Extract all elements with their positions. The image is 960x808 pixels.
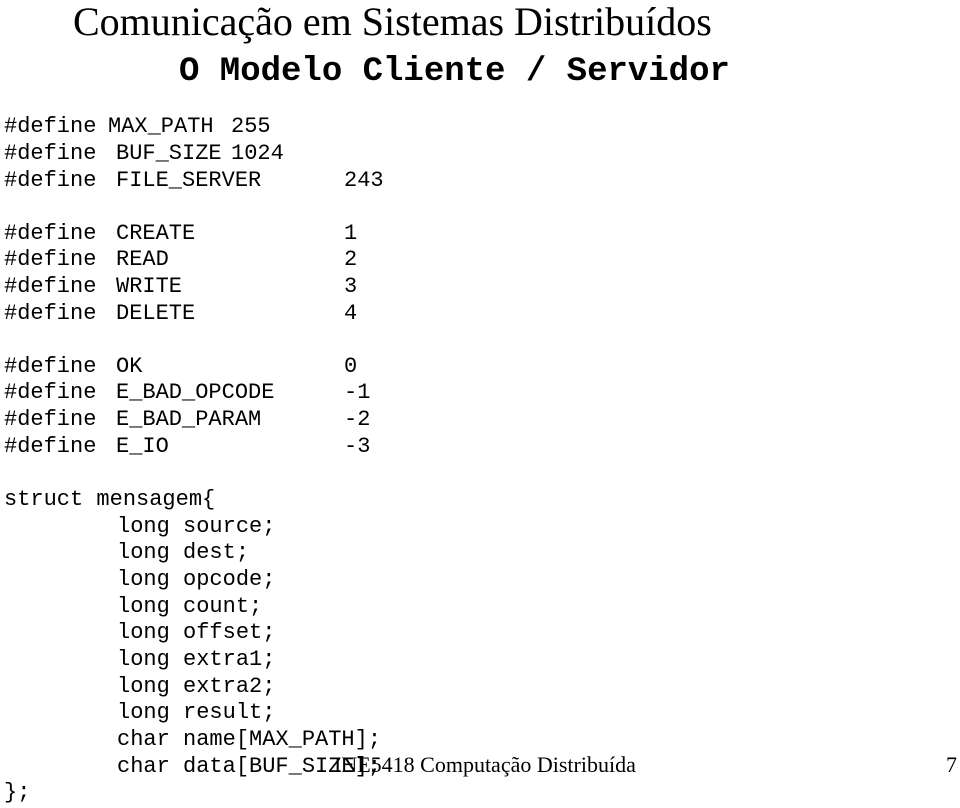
struct-field: long result; <box>117 700 276 725</box>
define-keyword: #define <box>4 434 97 459</box>
struct-field: long extra2; <box>117 674 276 699</box>
page-number: 7 <box>946 752 957 777</box>
define-name: OK <box>116 354 143 379</box>
define-line: #define E_BAD_OPCODE -1 <box>4 380 370 406</box>
struct-close: }; <box>4 780 31 805</box>
struct-open: struct mensagem{ <box>4 487 216 512</box>
define-keyword: #define <box>4 114 97 139</box>
define-value: -3 <box>344 434 371 459</box>
define-value: 2 <box>344 247 358 272</box>
define-keyword: #define <box>4 168 97 193</box>
define-keyword: #define <box>4 141 97 166</box>
define-name: CREATE <box>116 221 196 246</box>
define-line: #define FILE_SERVER 243 <box>4 168 384 194</box>
define-keyword: #define <box>4 301 97 326</box>
define-line: #define READ 2 <box>4 247 357 273</box>
define-keyword: #define <box>4 354 97 379</box>
define-value: -2 <box>344 407 371 432</box>
struct-field: long offset; <box>117 620 276 645</box>
struct-field: char name[MAX_PATH]; <box>117 727 382 752</box>
define-line: #define DELETE 4 <box>4 301 357 327</box>
struct-field: long dest; <box>117 540 250 565</box>
define-name: E_BAD_OPCODE <box>116 380 275 405</box>
struct-field: long source; <box>117 514 276 539</box>
slide-footer: INE5418 Computação Distribuída <box>334 752 636 777</box>
define-name: WRITE <box>116 274 183 299</box>
define-name: BUF_SIZE <box>116 141 222 166</box>
define-value: 243 <box>344 168 384 193</box>
define-line: #define OK 0 <box>4 354 357 380</box>
define-name: E_BAD_PARAM <box>116 407 262 432</box>
struct-field: long opcode; <box>117 567 276 592</box>
slide-title-text: Comunicação em Sistemas Distribuídos <box>73 0 712 44</box>
define-value: 3 <box>344 274 358 299</box>
define-line: #define E_BAD_PARAM -2 <box>4 407 370 433</box>
define-line: #define BUF_SIZE 1024 <box>4 141 284 167</box>
define-value: 4 <box>344 301 358 326</box>
struct-field: long extra1; <box>117 647 276 672</box>
code-block: #define MAX_PATH 255 #define BUF_SIZE 10… <box>0 0 384 805</box>
define-name: MAX_PATH <box>108 114 214 139</box>
define-line: #define WRITE 3 <box>4 274 357 300</box>
define-keyword: #define <box>4 247 97 272</box>
define-value: 0 <box>344 354 358 379</box>
slide-subtitle: O Modelo Cliente / Servidor <box>179 53 730 91</box>
define-line: #define MAX_PATH 255 <box>4 114 271 140</box>
define-name: READ <box>116 247 169 272</box>
define-name: E_IO <box>116 434 169 459</box>
define-value: -1 <box>344 380 371 405</box>
struct-field: long count; <box>117 594 263 619</box>
define-line: #define CREATE 1 <box>4 221 357 247</box>
define-value: 255 <box>231 114 271 139</box>
define-value: 1 <box>344 221 358 246</box>
define-keyword: #define <box>4 380 97 405</box>
define-value: 1024 <box>231 141 284 166</box>
define-name: FILE_SERVER <box>116 168 262 193</box>
define-name: DELETE <box>116 301 196 326</box>
define-line: #define E_IO -3 <box>4 434 370 460</box>
define-keyword: #define <box>4 274 97 299</box>
define-keyword: #define <box>4 407 97 432</box>
define-keyword: #define <box>4 221 97 246</box>
